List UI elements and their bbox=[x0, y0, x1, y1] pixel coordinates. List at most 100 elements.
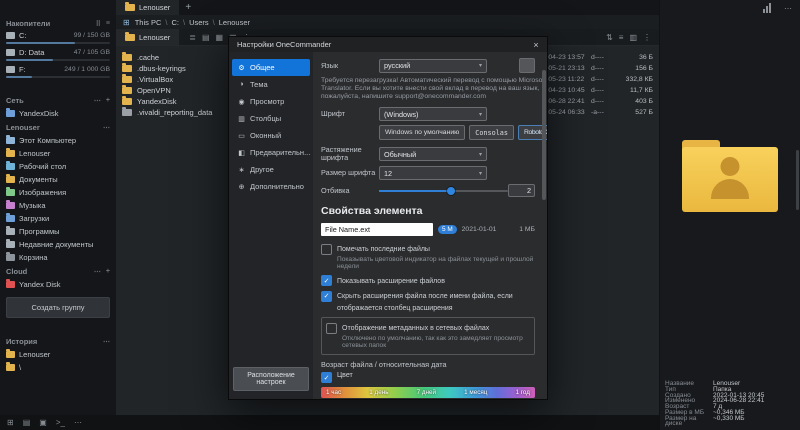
drive-item[interactable]: D: Data 47 / 105 GB bbox=[0, 47, 116, 64]
sidebar-item[interactable]: Недавние документы bbox=[0, 238, 116, 251]
cloud-drive-icon bbox=[6, 279, 15, 288]
view-tiles-icon[interactable]: ▤ bbox=[202, 33, 210, 42]
nav-item-icon: ◧ bbox=[238, 149, 245, 157]
pane-tab-label: Lenouser bbox=[139, 32, 171, 42]
pane-tab-lenouser[interactable]: Lenouser bbox=[116, 29, 180, 45]
user-group-more-icon[interactable]: ⋯ bbox=[103, 124, 110, 132]
language-extra-button[interactable] bbox=[519, 58, 535, 73]
breadcrumb-segment[interactable]: Lenouser bbox=[219, 18, 250, 27]
checkbox-subtext: Показывать цветовой индикатор на файлах … bbox=[337, 255, 534, 271]
history-item[interactable]: Lenouser bbox=[0, 348, 116, 361]
close-icon[interactable]: × bbox=[525, 37, 547, 52]
panel-menu-icon[interactable]: ⋯ bbox=[784, 4, 792, 13]
sidebar-item[interactable]: Lenouser bbox=[0, 147, 116, 160]
drive-item[interactable]: F: 249 / 1 000 GB bbox=[0, 64, 116, 81]
drive-icon bbox=[6, 49, 15, 56]
file-name: .cache bbox=[137, 53, 160, 62]
preview-scrollbar[interactable] bbox=[796, 150, 799, 210]
checkbox[interactable] bbox=[321, 275, 332, 286]
history-item[interactable]: \ bbox=[0, 361, 116, 374]
location-icon bbox=[6, 135, 15, 144]
settings-nav-item[interactable]: ⊕ Дополнительно bbox=[232, 178, 310, 195]
folder-icon bbox=[6, 349, 15, 358]
language-select[interactable]: русский ▾ bbox=[379, 58, 487, 73]
font-size-select[interactable]: 12 ▾ bbox=[379, 166, 487, 180]
sidebar-item-network[interactable]: YandexDisk bbox=[0, 107, 116, 120]
new-folder-icon[interactable]: ⊞ bbox=[7, 418, 14, 427]
item-icon bbox=[122, 85, 132, 94]
network-more-icon[interactable]: ⋯ bbox=[94, 97, 101, 105]
create-group-button[interactable]: Создать группу bbox=[6, 297, 110, 318]
drag-handle-icon[interactable]: ⠿ bbox=[96, 20, 101, 28]
history-more-icon[interactable]: ⋯ bbox=[103, 338, 110, 346]
terminal-icon[interactable]: >_ bbox=[56, 418, 65, 427]
breadcrumb-separator: \ bbox=[212, 17, 215, 27]
file-size: 156 Б bbox=[635, 65, 653, 72]
sidebar-item[interactable]: Этот Компьютер bbox=[0, 134, 116, 147]
view-grid-icon[interactable]: ▦ bbox=[216, 33, 224, 42]
sidebar-item[interactable]: Музыка bbox=[0, 199, 116, 212]
file-attributes: d---- bbox=[591, 76, 604, 83]
add-tab-button[interactable]: + bbox=[179, 0, 197, 15]
settings-nav-item[interactable]: ⚙ Общее bbox=[232, 59, 310, 76]
sidebar-item[interactable]: Программы bbox=[0, 225, 116, 238]
language-label: Язык bbox=[321, 60, 339, 70]
settings-nav-item[interactable]: ▭ Оконный bbox=[232, 127, 310, 144]
settings-nav-item[interactable]: ∗ Другое bbox=[232, 161, 310, 178]
breadcrumb-segment[interactable]: C: bbox=[171, 18, 179, 27]
breadcrumb-segment[interactable]: Users bbox=[189, 18, 209, 27]
cloud-add-icon[interactable]: + bbox=[106, 268, 110, 275]
sidebar-item[interactable]: Загрузки bbox=[0, 212, 116, 225]
settings-nav-item[interactable]: ◧ Предварительн... bbox=[232, 144, 310, 161]
more-icon[interactable]: ⋯ bbox=[74, 418, 82, 427]
settings-nav-item[interactable]: ◉ Просмотр bbox=[232, 93, 310, 110]
color-checkbox-label: Цвет bbox=[337, 371, 353, 379]
sidebar-item[interactable]: Изображения bbox=[0, 186, 116, 199]
font-windows-default-button[interactable]: Windows по умолчанию bbox=[379, 125, 466, 140]
cloud-more-icon[interactable]: ⋯ bbox=[94, 268, 101, 276]
dialog-scrollbar[interactable] bbox=[542, 70, 546, 200]
settings-nav-item[interactable]: ◑ Тема bbox=[232, 76, 310, 93]
settings-nav-item[interactable]: ▥ Столбцы bbox=[232, 110, 310, 127]
dots-icon[interactable]: ⋮ bbox=[643, 33, 651, 42]
font-stretch-label: Растяжение шрифта bbox=[321, 145, 362, 162]
sidebar-item[interactable]: Документы bbox=[0, 173, 116, 186]
checkbox[interactable] bbox=[321, 290, 332, 302]
sidebar-item-cloud[interactable]: Yandex Disk bbox=[0, 278, 116, 291]
tab-lenouser[interactable]: Lenouser bbox=[116, 0, 180, 15]
sidebar-item[interactable]: Корзина bbox=[0, 251, 116, 264]
gradient-label: 1 час bbox=[326, 389, 342, 396]
network-add-icon[interactable]: + bbox=[106, 97, 110, 104]
dual-pane-icon[interactable]: ▣ bbox=[39, 418, 47, 427]
drives-menu-icon[interactable]: ≡ bbox=[106, 20, 110, 27]
drive-item[interactable]: C: 99 / 150 GB bbox=[0, 30, 116, 47]
location-icon bbox=[6, 161, 15, 170]
breadcrumb-segment[interactable]: This PC bbox=[135, 18, 162, 27]
font-stretch-select[interactable]: Обычный ▾ bbox=[379, 147, 487, 161]
checkbox[interactable] bbox=[326, 322, 337, 334]
padding-value-input[interactable]: 2 bbox=[508, 184, 535, 197]
settings-location-button[interactable]: Расположение настроек bbox=[233, 367, 309, 391]
font-consolas-button[interactable]: Consolas bbox=[469, 125, 514, 140]
color-checkbox[interactable] bbox=[321, 372, 332, 383]
view-list-icon[interactable]: ≣ bbox=[189, 33, 196, 42]
user-locations-list: Этот Компьютер Lenouser Рабочий стол Док… bbox=[0, 134, 116, 264]
sort-icon[interactable]: ⇅ bbox=[606, 33, 613, 42]
sidebar-item[interactable]: Рабочий стол bbox=[0, 160, 116, 173]
checkbox[interactable] bbox=[321, 243, 332, 255]
padding-slider[interactable] bbox=[379, 186, 509, 196]
status-bar: ⊞ ▤ ▣ >_ ⋯ bbox=[0, 415, 660, 430]
folders-icon[interactable]: ▤ bbox=[23, 418, 31, 427]
user-silhouette-head bbox=[720, 157, 740, 176]
onecommander-window: Lenouser + ⊞ This PC \ C: \ Users \ Leno… bbox=[0, 0, 800, 430]
setting-checkbox-row: Помечать последние файлы Показывать цвет… bbox=[321, 243, 535, 271]
file-size: 36 Б bbox=[639, 54, 653, 61]
columns-icon[interactable]: ▥ bbox=[629, 33, 637, 42]
file-attributes: d---- bbox=[591, 98, 604, 105]
hamburger-icon[interactable]: ≡ bbox=[619, 33, 624, 42]
font-select[interactable]: (Windows) ▾ bbox=[379, 107, 487, 121]
file-size: 403 Б bbox=[635, 98, 653, 105]
pane-right-icons: ⇅ ≡ ▥ ⋮ bbox=[606, 33, 651, 42]
tab-strip: Lenouser + bbox=[116, 0, 659, 15]
stats-icon[interactable] bbox=[763, 3, 776, 13]
